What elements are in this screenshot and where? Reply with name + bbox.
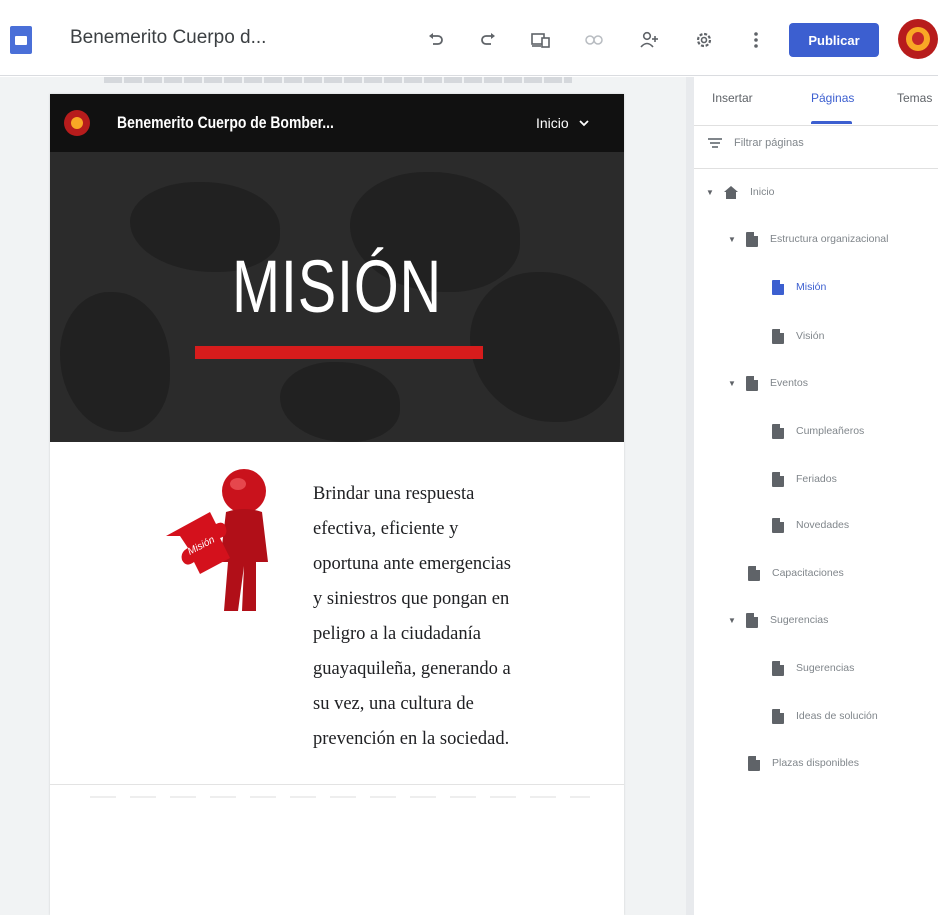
page-item-capacitaciones[interactable]: Capacitaciones — [748, 562, 844, 584]
page-item-label: Misión — [796, 281, 827, 293]
page-item-plazas[interactable]: Plazas disponibles — [748, 752, 859, 774]
page-item-label: Plazas disponibles — [772, 757, 859, 769]
mission-puzzle-figure-image[interactable]: Misión — [164, 466, 284, 614]
preview-icon[interactable] — [525, 24, 557, 56]
active-tab-indicator — [811, 121, 852, 124]
link-icon[interactable] — [578, 24, 610, 56]
undo-icon[interactable] — [420, 24, 452, 56]
page-item-label: Estructura organizacional — [770, 233, 889, 245]
hero-banner[interactable]: MISIÓN — [50, 152, 624, 442]
page-item-vision[interactable]: Visión — [772, 325, 824, 347]
page-icon — [748, 565, 760, 581]
page-icon — [772, 328, 784, 344]
page-item-label: Sugerencias — [796, 662, 855, 674]
mission-line: su vez, una cultura de — [313, 694, 474, 714]
page-item-inicio[interactable]: ▼ Inicio — [706, 181, 775, 203]
add-person-icon[interactable] — [633, 24, 665, 56]
page-icon — [772, 517, 784, 533]
side-panel: Insertar Páginas Temas Filtrar páginas ▼… — [686, 77, 938, 915]
page-item-estructura[interactable]: ▼ Estructura organizacional — [728, 228, 888, 250]
page-item-label: Eventos — [770, 377, 808, 389]
mission-line: guayaquileña, generando a — [313, 659, 511, 679]
mission-line: y siniestros que pongan en — [313, 589, 510, 609]
page-icon — [772, 660, 784, 676]
tab-temas[interactable]: Temas — [897, 91, 932, 105]
section-divider-dashed — [90, 796, 590, 798]
filter-pages-field[interactable]: Filtrar páginas — [708, 137, 804, 149]
tab-insertar[interactable]: Insertar — [712, 91, 753, 105]
page-item-label: Visión — [796, 330, 825, 342]
page-item-eventos[interactable]: ▼ Eventos — [728, 372, 808, 394]
hero-underline-bar — [195, 346, 483, 359]
section-ruler — [104, 77, 572, 83]
page-icon — [746, 612, 758, 628]
page-item-ideas-solucion[interactable]: Ideas de solución — [772, 705, 878, 727]
chevron-down-icon — [579, 119, 589, 126]
redo-icon[interactable] — [472, 24, 504, 56]
top-toolbar: Benemerito Cuerpo d... Publicar — [0, 0, 938, 76]
caret-down-icon[interactable]: ▼ — [728, 379, 738, 388]
page-item-feriados[interactable]: Feriados — [772, 468, 837, 490]
fire-department-logo — [64, 110, 90, 136]
site-name[interactable]: Benemerito Cuerpo de Bomber... — [117, 113, 334, 133]
page-item-label: Ideas de solución — [796, 710, 878, 722]
caret-down-icon[interactable]: ▼ — [728, 235, 738, 244]
filter-icon — [708, 138, 722, 148]
page-icon — [772, 423, 784, 439]
publish-button[interactable]: Publicar — [789, 23, 879, 57]
page-icon — [748, 755, 760, 771]
caret-down-icon[interactable]: ▼ — [728, 616, 738, 625]
mission-line: peligro a la ciudadanía — [313, 624, 481, 644]
tab-paginas[interactable]: Páginas — [811, 91, 854, 105]
more-vert-icon[interactable] — [740, 24, 772, 56]
section-divider — [50, 784, 624, 785]
page-item-label: Novedades — [796, 519, 850, 531]
site-nav-label: Inicio — [536, 115, 569, 131]
page-item-sugerencias-child[interactable]: Sugerencias — [772, 657, 854, 679]
hero-title: MISIÓN — [232, 245, 442, 328]
panel-tabs: Insertar Páginas Temas — [694, 77, 938, 127]
page-item-label: Capacitaciones — [772, 567, 844, 579]
mission-line: Brindar una respuesta — [313, 484, 475, 504]
document-title[interactable]: Benemerito Cuerpo d... — [70, 27, 266, 49]
page-item-label: Sugerencias — [770, 614, 829, 626]
mission-line: oportuna ante emergencias — [313, 554, 511, 574]
page-icon — [772, 708, 784, 724]
page-icon — [746, 375, 758, 391]
page-item-cumpleaneros[interactable]: Cumpleañeros — [772, 420, 864, 442]
mission-line: prevención en la sociedad. — [313, 729, 510, 749]
caret-down-icon[interactable]: ▼ — [706, 188, 716, 197]
sites-logo-icon[interactable] — [10, 26, 32, 54]
page-item-sugerencias[interactable]: ▼ Sugerencias — [728, 609, 828, 631]
home-icon — [724, 185, 738, 199]
mission-line: efectiva, eficiente y — [313, 519, 459, 539]
page-icon — [772, 279, 784, 295]
page-item-novedades[interactable]: Novedades — [772, 514, 849, 536]
page-item-label: Feriados — [796, 473, 837, 485]
site-header: Benemerito Cuerpo de Bomber... Inicio — [50, 94, 624, 152]
page-icon — [746, 231, 758, 247]
page-item-mision[interactable]: Misión — [772, 276, 826, 298]
page-item-label: Inicio — [750, 186, 775, 198]
filter-placeholder: Filtrar páginas — [734, 137, 804, 149]
page-icon — [772, 471, 784, 487]
mission-statement[interactable]: Brindar una respuesta efectiva, eficient… — [313, 477, 563, 757]
site-page-preview[interactable]: Benemerito Cuerpo de Bomber... Inicio MI… — [50, 94, 624, 915]
settings-gear-icon[interactable] — [688, 24, 720, 56]
page-item-label: Cumpleañeros — [796, 425, 865, 437]
site-nav-menu[interactable]: Inicio — [536, 115, 589, 131]
account-avatar[interactable] — [898, 19, 938, 59]
